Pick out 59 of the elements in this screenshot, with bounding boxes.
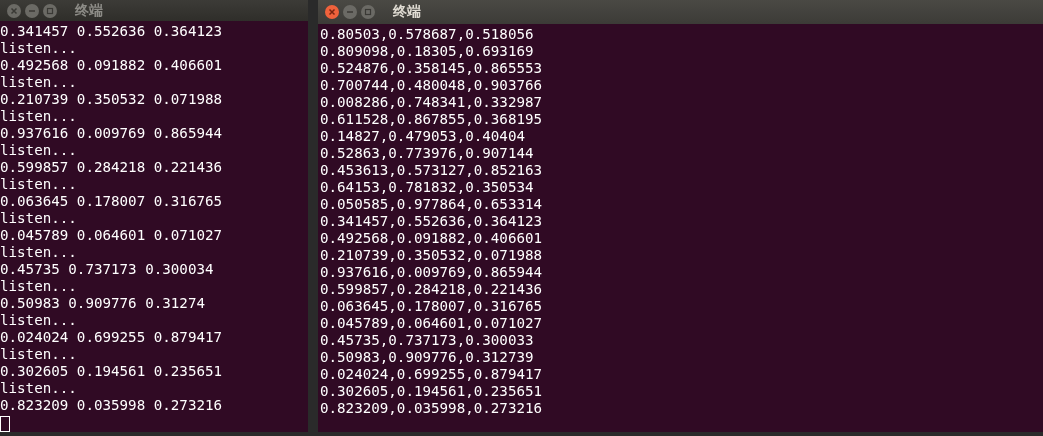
terminal-output-line: listen... bbox=[0, 74, 78, 91]
terminal-output-line: 0.700744,0.480048,0.903766 bbox=[320, 77, 544, 94]
minimize-button[interactable] bbox=[25, 3, 39, 18]
terminal-output-line: listen... bbox=[0, 278, 78, 295]
terminal-output-line: 0.64153,0.781832,0.350534 bbox=[320, 179, 535, 196]
terminal-output-line: 0.45735,0.737173,0.300033 bbox=[320, 332, 535, 349]
maximize-button[interactable] bbox=[361, 5, 375, 19]
terminal-output-line: listen... bbox=[0, 176, 78, 193]
close-icon bbox=[328, 8, 336, 16]
window-title: 终端 bbox=[75, 1, 103, 20]
terminal-output-line: 0.341457,0.552636,0.364123 bbox=[320, 213, 544, 230]
terminal-output-line: 0.50983,0.909776,0.312739 bbox=[320, 349, 535, 366]
terminal-output-line: 0.210739 0.350532 0.071988 bbox=[0, 91, 224, 108]
terminal-output-line: 0.063645 0.178007 0.316765 bbox=[0, 193, 224, 210]
terminal-output-line: 0.50983 0.909776 0.31274 bbox=[0, 295, 206, 312]
terminal-output-line: 0.524876,0.358145,0.865553 bbox=[320, 60, 544, 77]
maximize-icon bbox=[46, 6, 54, 15]
terminal-output-line: listen... bbox=[0, 40, 78, 57]
terminal-output-line: listen... bbox=[0, 346, 78, 363]
terminal-output-line: 0.302605 0.194561 0.235651 bbox=[0, 363, 224, 380]
terminal-output-line: 0.341457 0.552636 0.364123 bbox=[0, 23, 224, 40]
terminal-output-line: 0.492568,0.091882,0.406601 bbox=[320, 230, 544, 247]
terminal-output-line: 0.302605,0.194561,0.235651 bbox=[320, 383, 544, 400]
terminal-output-line: 0.611528,0.867855,0.368195 bbox=[320, 111, 544, 128]
terminal-output-line: listen... bbox=[0, 380, 78, 397]
terminal-output-line: 0.045789 0.064601 0.071027 bbox=[0, 227, 224, 244]
close-button[interactable] bbox=[325, 5, 339, 19]
terminal-output-line: 0.063645,0.178007,0.316765 bbox=[320, 298, 544, 315]
terminal-output-line: 0.937616 0.009769 0.865944 bbox=[0, 125, 224, 142]
window-title: 终端 bbox=[393, 3, 421, 21]
terminal-output-line: listen... bbox=[0, 210, 78, 227]
terminal-output-line: 0.823209,0.035998,0.273216 bbox=[320, 400, 544, 417]
terminal-output-line: 0.210739,0.350532,0.071988 bbox=[320, 247, 544, 264]
terminal-output-line: 0.52863,0.773976,0.907144 bbox=[320, 145, 535, 162]
terminal-output-line: 0.45735 0.737173 0.300034 bbox=[0, 261, 215, 278]
terminal-output-line: 0.492568 0.091882 0.406601 bbox=[0, 57, 224, 74]
terminal-output-line: 0.599857 0.284218 0.221436 bbox=[0, 159, 224, 176]
minimize-icon bbox=[346, 8, 354, 16]
maximize-button[interactable] bbox=[43, 3, 57, 18]
terminal-output-line: 0.024024 0.699255 0.879417 bbox=[0, 329, 224, 346]
terminal-output-line: 0.823209 0.035998 0.273216 bbox=[0, 397, 224, 414]
terminal-output-line: 0.937616,0.009769,0.865944 bbox=[320, 264, 544, 281]
terminal-output-line: listen... bbox=[0, 108, 78, 125]
terminal-output-line: 0.14827,0.479053,0.40404 bbox=[320, 128, 526, 145]
terminal-output-line: listen... bbox=[0, 312, 78, 329]
terminal-output-line: 0.050585,0.977864,0.653314 bbox=[320, 196, 544, 213]
close-button[interactable] bbox=[7, 3, 21, 18]
terminal-output-line: 0.045789,0.064601,0.071027 bbox=[320, 315, 544, 332]
terminal-output-line: listen... bbox=[0, 142, 78, 159]
terminal-output-line: 0.024024,0.699255,0.879417 bbox=[320, 366, 544, 383]
terminal-output-line: listen... bbox=[0, 244, 78, 261]
terminal-output-line: 0.80503,0.578687,0.518056 bbox=[320, 26, 535, 43]
terminal-output-line: 0.809098,0.18305,0.693169 bbox=[320, 43, 535, 60]
terminal-output-line: 0.453613,0.573127,0.852163 bbox=[320, 162, 544, 179]
close-icon bbox=[10, 6, 18, 15]
terminal-output-line: 0.008286,0.748341,0.332987 bbox=[320, 94, 544, 111]
terminal-output-line: 0.599857,0.284218,0.221436 bbox=[320, 281, 544, 298]
minimize-button[interactable] bbox=[343, 5, 357, 19]
maximize-icon bbox=[364, 8, 372, 16]
